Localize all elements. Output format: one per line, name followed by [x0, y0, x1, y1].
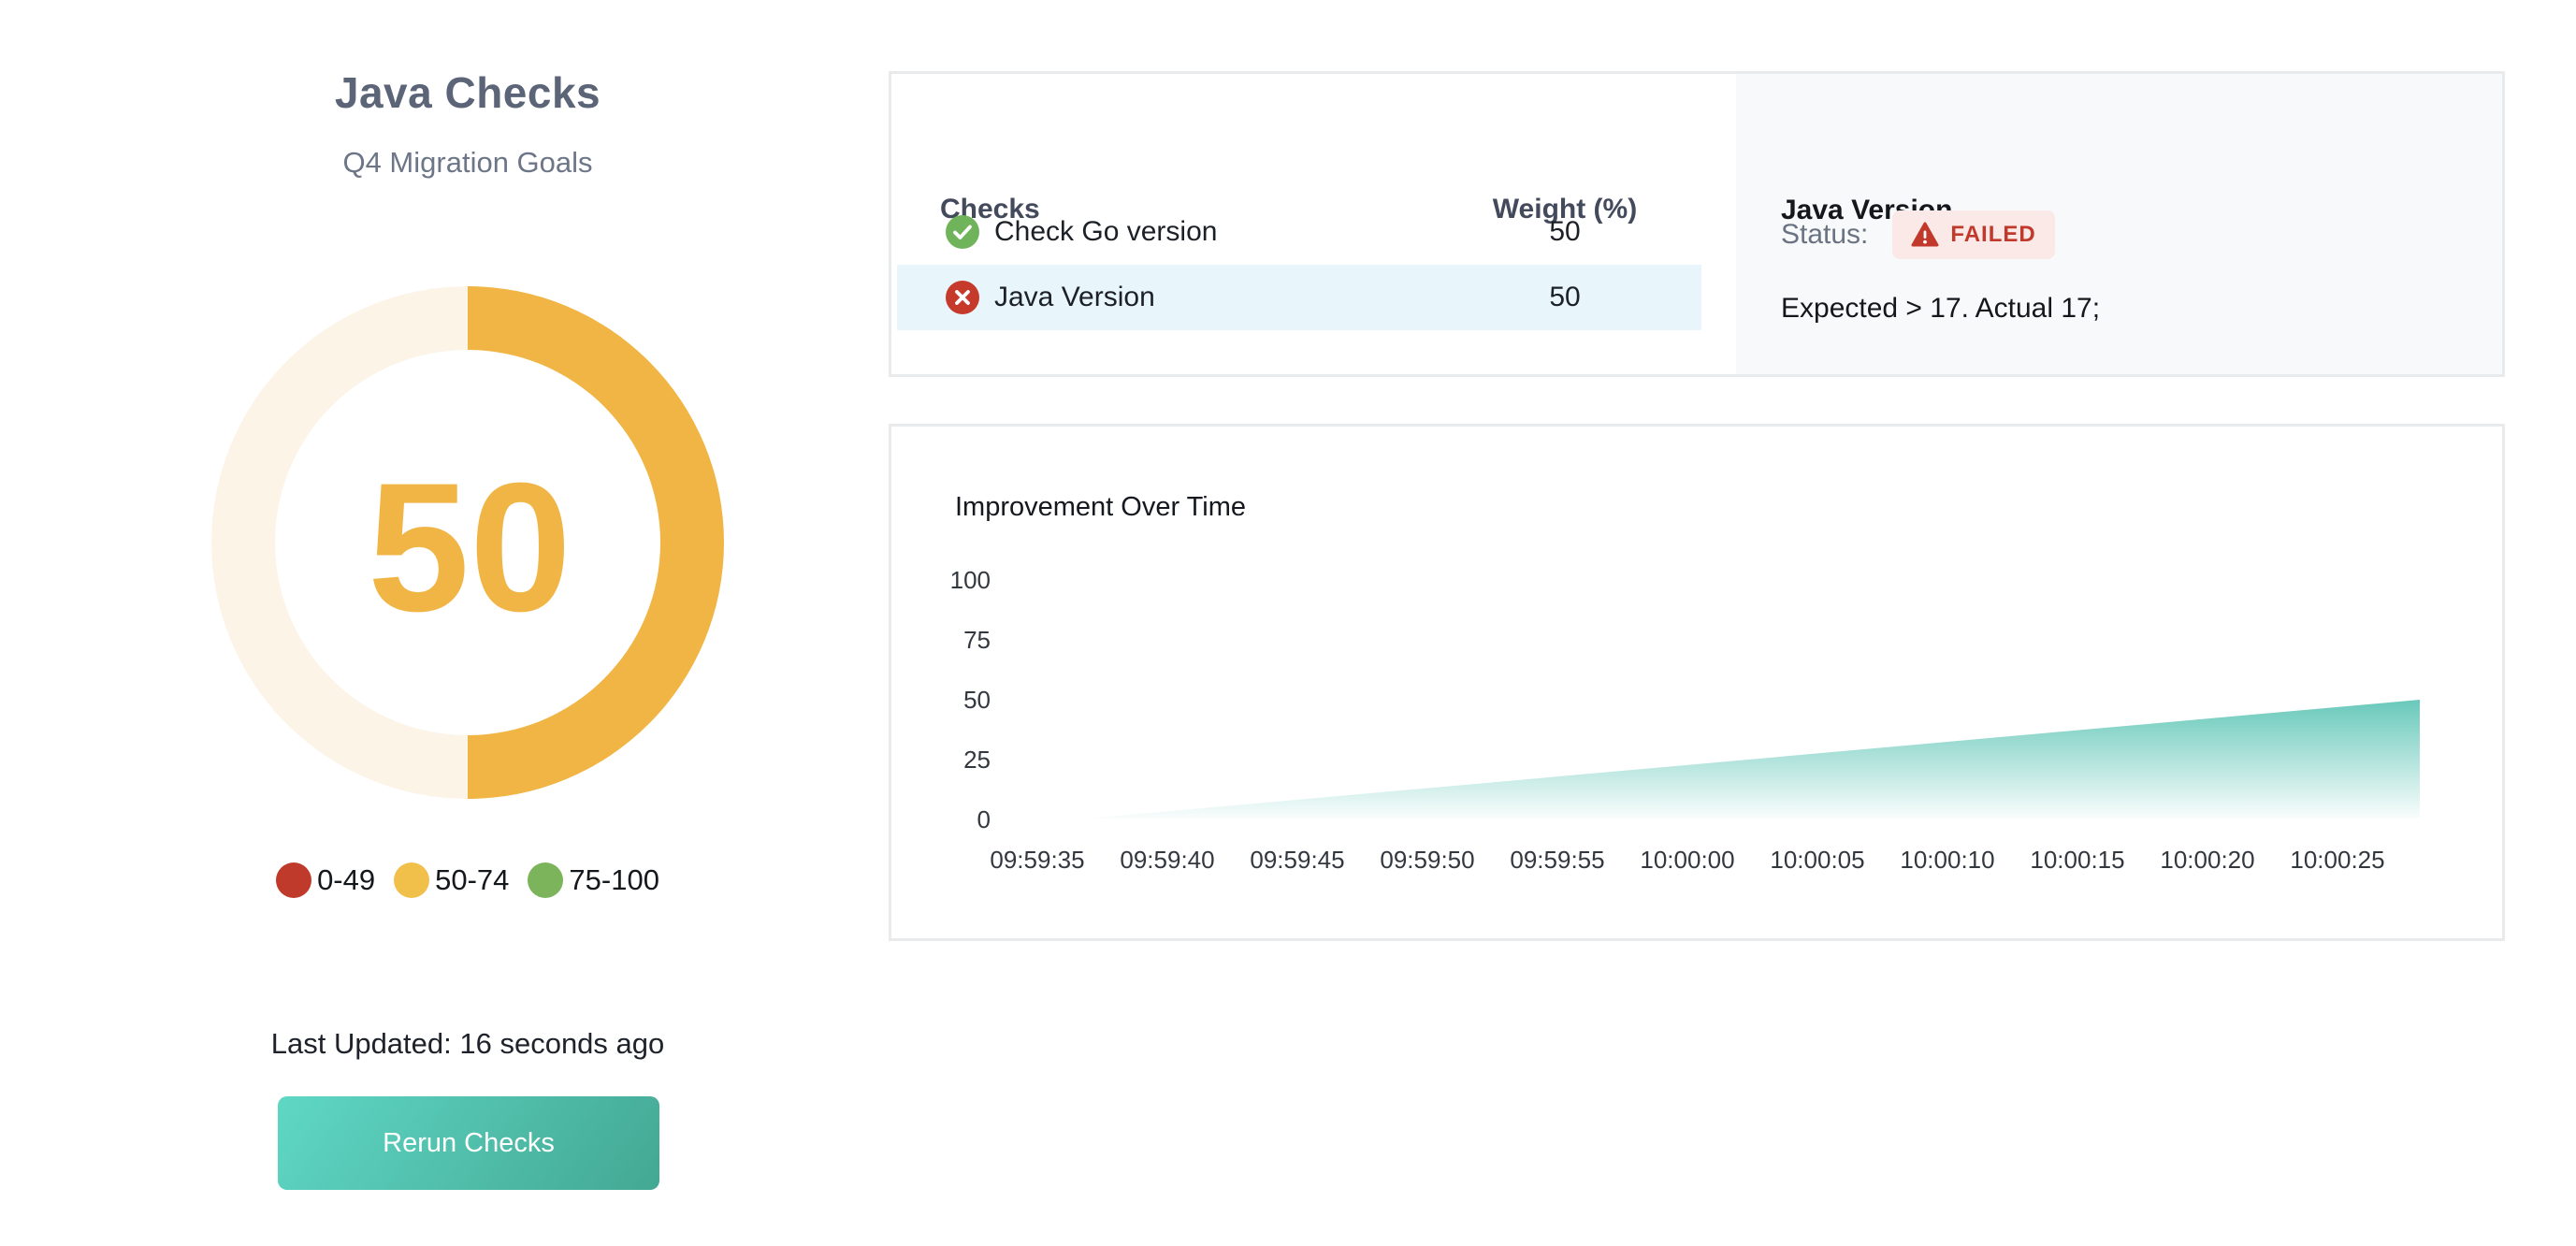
rerun-checks-button[interactable]: Rerun Checks [278, 1096, 659, 1190]
check-weight: 50 [1415, 216, 1715, 248]
area-series [1087, 700, 2420, 819]
score-panel: Java Checks Q4 Migration Goals 50 0-49 5… [0, 0, 886, 1246]
improvement-area-chart: 100 75 50 25 0 09:59:35 09:59:40 09:59:4… [891, 427, 2502, 938]
status-badge: FAILED [1892, 210, 2054, 259]
checks-card: Checks Weight (%) Check Go version 50 Ja… [889, 71, 2505, 377]
x-tick: 10:00:15 [2030, 846, 2124, 874]
y-tick: 0 [977, 805, 991, 833]
legend-item-high: 75-100 [528, 862, 659, 898]
yellow-dot-icon [394, 862, 429, 898]
x-tick: 09:59:45 [1250, 846, 1344, 874]
legend-label: 0-49 [317, 863, 375, 897]
legend-item-mid: 50-74 [394, 862, 509, 898]
check-name: Java Version [994, 282, 1155, 313]
page-subtitle: Q4 Migration Goals [0, 146, 935, 180]
page-title: Java Checks [0, 67, 935, 118]
legend-label: 75-100 [569, 863, 659, 897]
legend-label: 50-74 [435, 863, 509, 897]
status-label: Status: [1781, 219, 1868, 251]
x-tick: 10:00:20 [2160, 846, 2254, 874]
x-tick: 10:00:25 [2290, 846, 2384, 874]
improvement-chart-card: Improvement Over Time 100 75 50 25 0 09:… [889, 424, 2505, 941]
y-tick: 75 [963, 626, 991, 654]
green-dot-icon [528, 862, 563, 898]
x-tick: 10:00:00 [1640, 846, 1734, 874]
check-name: Check Go version [994, 216, 1217, 248]
last-updated-text: Last Updated: 16 seconds ago [0, 1027, 935, 1061]
status-line: Status: FAILED [1781, 210, 2055, 259]
table-row-check-go-version[interactable]: Check Go version 50 [897, 199, 1701, 265]
x-tick: 10:00:05 [1770, 846, 1864, 874]
check-circle-icon [946, 215, 979, 249]
x-tick: 09:59:55 [1510, 846, 1604, 874]
x-tick: 09:59:40 [1120, 846, 1214, 874]
status-value: FAILED [1950, 222, 2035, 248]
gauge-value: 50 [368, 445, 572, 650]
y-tick: 25 [963, 746, 991, 774]
checks-table: Checks Weight (%) Check Go version 50 Ja… [891, 74, 1736, 374]
red-dot-icon [276, 862, 311, 898]
x-circle-icon [946, 281, 979, 314]
y-tick: 100 [950, 566, 991, 594]
x-tick: 09:59:35 [990, 846, 1084, 874]
table-row-java-version[interactable]: Java Version 50 [897, 265, 1701, 330]
legend-item-low: 0-49 [276, 862, 375, 898]
score-gauge: 50 [206, 281, 730, 804]
x-tick: 10:00:10 [1900, 846, 1994, 874]
check-detail-panel: Java Version Status: FAILED Expected > 1… [1736, 74, 2502, 374]
check-weight: 50 [1415, 282, 1715, 313]
warning-triangle-icon [1911, 221, 1939, 249]
detail-message: Expected > 17. Actual 17; [1781, 293, 2100, 325]
dashboard: Java Checks Q4 Migration Goals 50 0-49 5… [0, 0, 2576, 1246]
score-gauge-donut-icon: 50 [206, 281, 730, 804]
x-tick: 09:59:50 [1380, 846, 1474, 874]
y-tick: 50 [963, 686, 991, 714]
score-legend: 0-49 50-74 75-100 [0, 862, 935, 898]
